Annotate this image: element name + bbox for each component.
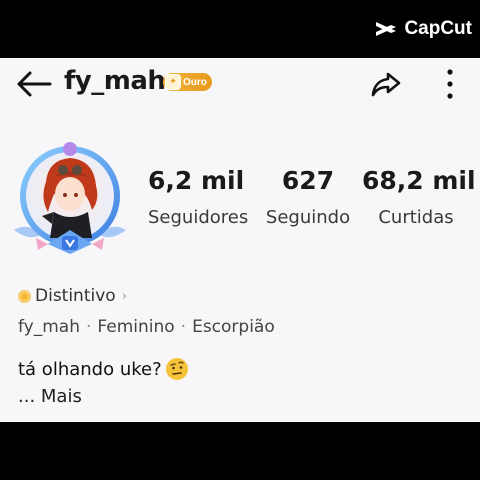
info-gender: Feminino [97, 317, 175, 337]
watermark-text: CapCut [404, 18, 472, 39]
profile-info-line: fy_mah · Feminino · Escorpião [18, 317, 275, 337]
profile-header: fy_mah ✦ Ouro [0, 58, 480, 110]
capcut-watermark: CapCut [374, 18, 472, 40]
followers-count: 6,2 mil [148, 166, 245, 195]
info-username: fy_mah [18, 317, 80, 337]
profile-bio: tá olhando uke? [18, 358, 188, 380]
likes-count: 68,2 mil [362, 166, 476, 195]
stat-likes[interactable]: 68,2 mil Curtidas [362, 166, 476, 228]
share-icon[interactable] [370, 68, 402, 100]
chevron-right-icon: › [121, 288, 127, 304]
back-arrow-icon[interactable] [16, 70, 52, 98]
info-separator: · [180, 317, 187, 337]
distintivo-link[interactable]: Distintivo › [18, 286, 127, 306]
profile-stats: 6,2 mil Seguidores 627 Seguindo 68,2 mil… [148, 166, 476, 246]
raised-eyebrow-emoji-icon [165, 358, 188, 380]
video-bottom-bar [0, 422, 480, 480]
following-label: Seguindo [265, 207, 351, 228]
following-count: 627 [281, 166, 335, 195]
stat-following[interactable]: 627 Seguindo [262, 166, 354, 228]
info-separator: · [86, 317, 92, 337]
rank-badge[interactable]: ✦ Ouro [163, 73, 212, 91]
likes-label: Curtidas [378, 207, 454, 228]
header-username: fy_mah [64, 66, 166, 96]
info-zodiac: Escorpião [192, 317, 275, 337]
avatar[interactable] [8, 138, 132, 266]
capcut-logo-icon [376, 22, 397, 36]
profile-screen: fy_mah ✦ Ouro 6,2 mil Seguidores 627 Seg… [0, 58, 480, 422]
followers-label: Seguidores [148, 207, 249, 228]
more-options-icon[interactable] [440, 66, 460, 102]
distintivo-badge-icon [18, 289, 31, 303]
video-top-bar: CapCut [0, 0, 480, 58]
rank-badge-label: Ouro [183, 76, 207, 88]
rank-badge-icon: ✦ [165, 74, 181, 90]
stat-followers[interactable]: 6,2 mil Seguidores [148, 166, 249, 228]
bio-more-link[interactable]: ... Mais [18, 386, 82, 407]
avatar-frame-icon [14, 142, 126, 254]
distintivo-label: Distintivo [35, 286, 116, 306]
bio-text: tá olhando uke? [18, 358, 162, 380]
